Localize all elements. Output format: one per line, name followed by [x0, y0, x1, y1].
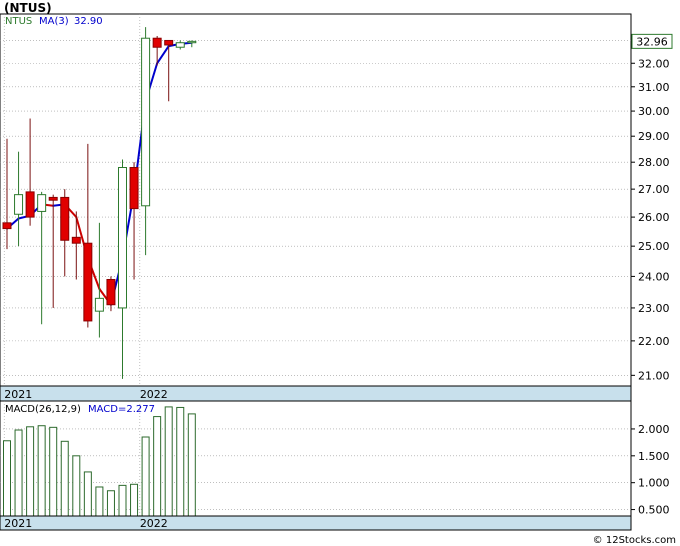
- price-legend: NTUS MA(3) 32.90: [5, 16, 103, 27]
- candle-body: [25, 191, 35, 218]
- macd-tick-label: 0.500: [638, 504, 670, 517]
- candle-body: [14, 194, 24, 215]
- macd-date-label: 2021: [4, 517, 32, 530]
- price-tick-label: 32.00: [638, 57, 670, 70]
- footer-credit: © 12Stocks.com: [593, 535, 676, 546]
- macd-title: MACD(26,12,9): [5, 404, 81, 415]
- candle-body: [129, 167, 139, 210]
- macd-bar: [3, 440, 11, 517]
- candle-body: [106, 278, 116, 306]
- price-tick-label: 30.00: [638, 105, 670, 118]
- macd-bar: [95, 486, 104, 517]
- price-tick-label: 24.00: [638, 270, 670, 283]
- macd-bar: [141, 436, 150, 517]
- price-panel: 21.00 22.00 23.00 24.00 25.00 26.00 27.00 28.00…: [0, 13, 673, 402]
- price-tick-label: 31.00: [638, 81, 670, 94]
- candle-body: [2, 222, 12, 230]
- last-price-badge: 32.96: [631, 33, 673, 49]
- candle-body: [60, 196, 70, 241]
- price-date-label: 2022: [140, 388, 168, 401]
- macd-bar: [153, 416, 162, 517]
- macd-bar: [14, 429, 23, 517]
- macd-tick-label: 1.000: [638, 477, 670, 490]
- candle-body: [83, 242, 93, 322]
- macd-bar: [187, 413, 196, 517]
- macd-bar: [130, 483, 139, 517]
- candle-body: [152, 37, 162, 48]
- candle-body: [94, 297, 104, 312]
- macd-value-label: MACD=2.277: [88, 404, 155, 415]
- macd-panel: 0.500 1.000 1.500 2.000 MACD(26,12,9) MACD=…: [0, 400, 670, 531]
- macd-bar: [49, 426, 58, 517]
- price-tick-label: 28.00: [638, 156, 670, 169]
- price-plot-frame: [0, 13, 632, 387]
- macd-date-label: 2022: [140, 517, 168, 530]
- macd-bar: [176, 406, 185, 517]
- price-axis: 21.00 22.00 23.00 24.00 25.00 26.00 27.00 28.00…: [631, 34, 670, 382]
- macd-date-band: [0, 515, 632, 531]
- legend-ma-label: MA(3): [39, 16, 69, 27]
- price-tick-label: 25.00: [638, 240, 670, 253]
- candle-body: [175, 42, 185, 48]
- macd-bar: [164, 406, 173, 517]
- price-tick-label: 26.00: [638, 211, 670, 224]
- price-tick-label: 22.00: [638, 335, 670, 348]
- candle-body: [71, 236, 81, 244]
- price-date-band: [0, 385, 632, 402]
- macd-bar: [72, 455, 81, 517]
- macd-bar: [118, 484, 127, 517]
- macd-tick-label: 2.000: [638, 423, 670, 436]
- candle-body: [187, 40, 197, 44]
- macd-bar: [106, 490, 115, 517]
- legend-symbol: NTUS: [5, 16, 32, 27]
- macd-tick-label: 1.500: [638, 450, 670, 463]
- last-price-label: 32.96: [636, 35, 668, 48]
- chart-title: (NTUS): [4, 1, 52, 15]
- macd-axis: 0.500 1.000 1.500 2.000: [631, 423, 670, 517]
- price-tick-label: 21.00: [638, 369, 670, 382]
- macd-bar: [83, 471, 92, 517]
- macd-bar: [60, 440, 69, 517]
- candle-body: [164, 39, 174, 46]
- candle-body: [118, 167, 127, 309]
- price-tick-label: 29.00: [638, 130, 670, 143]
- candle-body: [37, 194, 47, 212]
- legend-ma-value: 32.90: [74, 16, 103, 27]
- macd-plot-frame: [0, 400, 632, 517]
- price-date-label: 2021: [4, 388, 32, 401]
- macd-bar: [37, 425, 46, 517]
- candle-body: [141, 37, 151, 207]
- candle-body: [48, 196, 58, 201]
- price-tick-label: 23.00: [638, 302, 670, 315]
- price-tick-label: 27.00: [638, 183, 670, 196]
- stock-chart: (NTUS) © 12Stocks.com 21.00 22.00 23.00 24.…: [0, 1, 676, 546]
- macd-bar: [26, 426, 35, 517]
